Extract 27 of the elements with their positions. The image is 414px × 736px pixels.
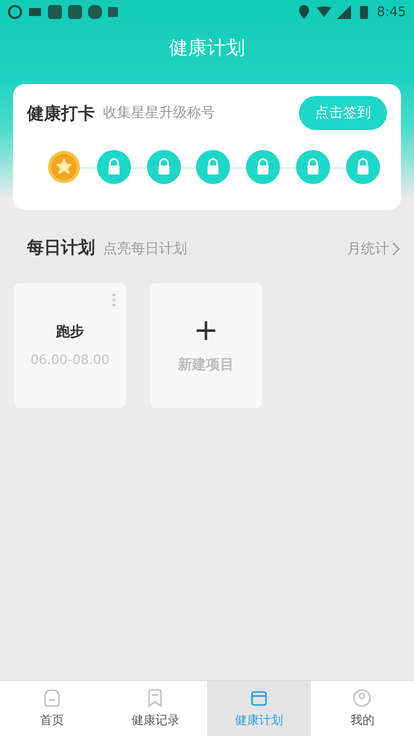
home-icon [42, 688, 62, 708]
app-icon [88, 5, 102, 19]
tab[interactable]: 我的 [310, 681, 414, 736]
plan-name: 跑步 [56, 323, 84, 341]
card-subtitle: 收集星星升级称号 [103, 104, 216, 122]
chevron-icon [392, 242, 400, 256]
app-icon [68, 5, 82, 19]
app-icon [108, 7, 118, 17]
card-title: 健康打卡 [27, 102, 95, 124]
section-title: 每日计划 [27, 237, 95, 259]
calendar-icon [248, 688, 269, 708]
new-item-card[interactable]: + 新建项目 [150, 283, 262, 408]
user-icon [352, 688, 372, 708]
more-icon[interactable] [112, 293, 116, 307]
section-subtitle: 点亮每日计划 [103, 240, 188, 258]
app-icon [48, 5, 62, 19]
status-time: 8:45 [376, 4, 406, 20]
tab[interactable]: 健康记录 [104, 681, 207, 736]
signal-icon [336, 5, 351, 19]
tab[interactable]: 首页 [0, 681, 104, 736]
plus-sign: + [193, 318, 219, 344]
wifi-icon [316, 5, 331, 19]
page-title: 健康计划 [168, 36, 246, 61]
new-item-label: 新建项目 [178, 356, 234, 374]
location-icon [296, 5, 311, 19]
app-icon [8, 5, 22, 19]
app-icon [28, 5, 42, 19]
